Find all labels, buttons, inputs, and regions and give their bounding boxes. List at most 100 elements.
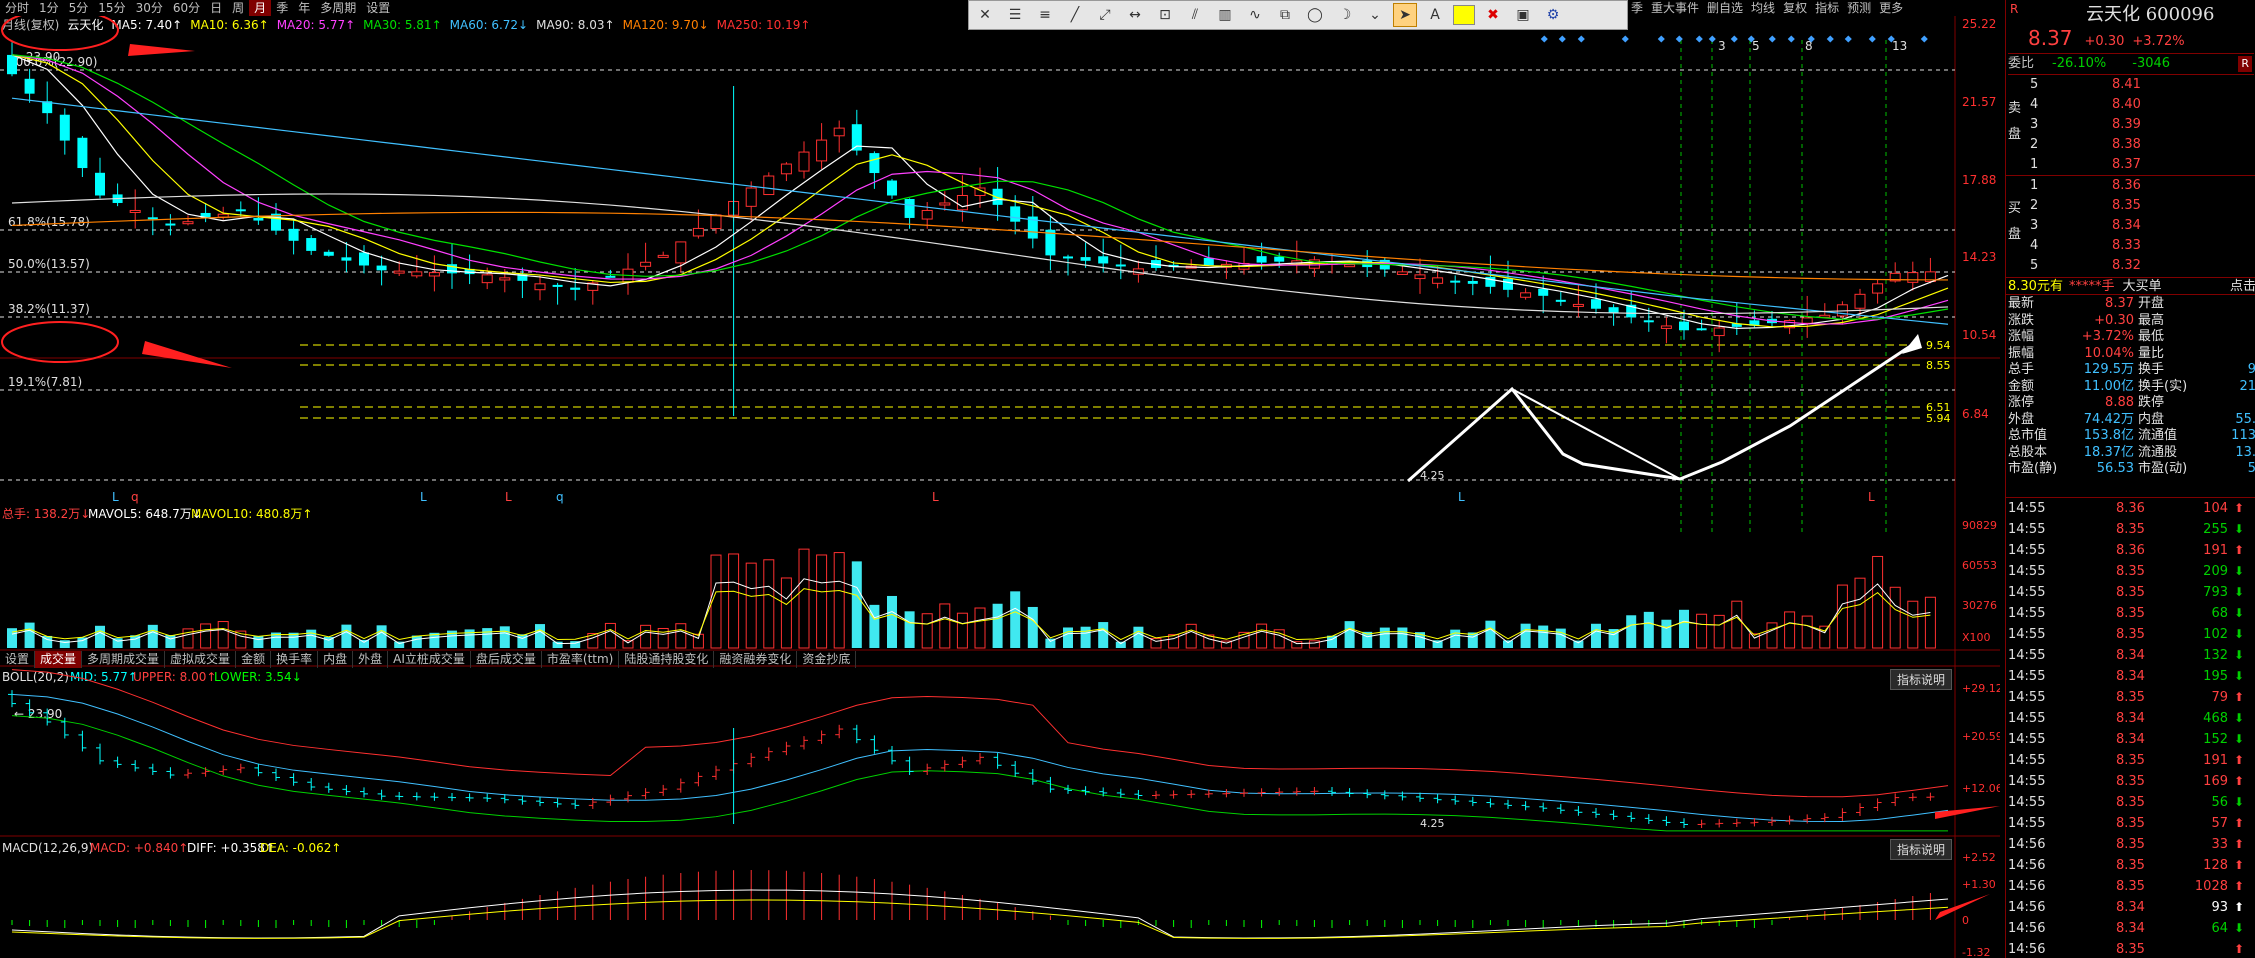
boll-mid: MID: 5.77↑ — [70, 670, 138, 684]
candle-body — [1396, 271, 1408, 275]
stat-label: 总股本 — [2008, 444, 2048, 460]
period-tab[interactable]: 日 — [205, 0, 227, 16]
indicator-tab[interactable]: 市盈率(ttm) — [542, 651, 620, 668]
tick-time: 14:55 — [2008, 816, 2046, 831]
candle-body — [1503, 278, 1513, 290]
indicator-tab[interactable]: AI立桩成交量 — [388, 651, 471, 668]
tick-price: 8.35 — [2116, 795, 2145, 810]
stat-row: 市盈(静) 56.53 市盈(动) 5 — [2006, 461, 2255, 477]
volume-bar — [147, 624, 158, 648]
ma-line — [11, 54, 1949, 328]
right-menu-item[interactable]: 复权 — [1780, 0, 1810, 16]
boll-label: BOLL(20,2) — [2, 670, 69, 684]
period-tab[interactable]: 周 — [227, 0, 249, 16]
indicator-tab[interactable]: 设置 — [0, 651, 36, 668]
indicator-tab[interactable]: 多周期成交量 — [82, 651, 166, 668]
level-number: 2 — [2030, 198, 2039, 213]
stat-label-2: 跌停 — [2138, 395, 2165, 410]
period-tab[interactable]: 季 — [271, 0, 293, 16]
candle-body — [235, 209, 246, 212]
volume-bar — [1643, 611, 1654, 648]
sell-side-label: 卖盘 — [2008, 101, 2022, 142]
candle-body — [745, 187, 757, 207]
period-tab[interactable]: 5分 — [64, 0, 94, 16]
volume-bar — [1080, 626, 1091, 648]
buy-price: 8.32 — [2112, 258, 2141, 273]
candle-body — [692, 227, 704, 237]
candle-body — [341, 257, 352, 261]
arrow-up-icon: ⬆ — [2234, 837, 2245, 851]
indicator-tab[interactable]: 金额 — [236, 651, 272, 668]
macd-help-button[interactable]: 指标说明 — [1890, 839, 1953, 860]
ma-line — [11, 211, 1949, 281]
arrow-up-icon: ⬆ — [2234, 900, 2245, 914]
volume-bar — [1731, 600, 1743, 649]
tick-volume: 209 — [2203, 564, 2228, 579]
indicator-tab[interactable]: 外盘 — [353, 651, 389, 668]
volume-bar — [499, 626, 510, 648]
tick-price: 8.35 — [2116, 564, 2145, 579]
indicator-tab[interactable]: 内盘 — [318, 651, 354, 668]
period-tab[interactable]: 60分 — [168, 0, 205, 16]
indicator-tab[interactable]: 盘后成交量 — [471, 651, 542, 668]
stat-label-2: 最低 — [2138, 329, 2165, 344]
period-tab[interactable]: 30分 — [131, 0, 168, 16]
signal-letter: q — [556, 490, 564, 504]
volume-axis-label: 90829 — [1962, 519, 1997, 532]
indicator-tab[interactable]: 融资融券变化 — [714, 651, 798, 668]
tick-time: 14:55 — [2008, 606, 2046, 621]
tick-volume: 102 — [2203, 627, 2228, 642]
tick-time: 14:55 — [2008, 753, 2046, 768]
period-tab[interactable]: 年 — [293, 0, 315, 16]
volume-bar — [921, 613, 933, 649]
indicator-tab[interactable]: 成交量 — [35, 651, 83, 668]
indicator-tab[interactable]: 陆股通持股变化 — [619, 651, 715, 668]
volume-bar — [1027, 606, 1038, 648]
period-tab[interactable]: 设置 — [361, 0, 395, 16]
volume-bar — [1836, 584, 1848, 649]
right-menu-item[interactable]: 更多 — [1876, 0, 1906, 16]
period-tab[interactable]: 1分 — [34, 0, 64, 16]
indicator-tab[interactable]: 资金抄底 — [797, 651, 857, 668]
tick-row: 14:55 8.35 79 ⬆ — [2006, 687, 2255, 708]
candle-body — [323, 251, 334, 256]
signal-letter: L — [112, 490, 119, 504]
period-tab[interactable]: 月 — [249, 0, 272, 16]
tick-price: 8.35 — [2116, 753, 2145, 768]
period-tab[interactable]: 多周期 — [315, 0, 361, 16]
tick-price: 8.35 — [2116, 837, 2145, 852]
period-tab[interactable]: 15分 — [93, 0, 130, 16]
volume-bar — [904, 611, 915, 648]
big-order-row[interactable]: 8.30元有 *****手 大买单 点击 — [2006, 277, 2255, 295]
indicator-tab[interactable]: 虚拟成交量 — [165, 651, 237, 668]
arrow-up-icon: ⬆ — [2234, 879, 2245, 893]
stat-label-2: 换手 — [2138, 362, 2165, 377]
weibi-tag[interactable]: R — [2238, 56, 2252, 72]
right-menu-item[interactable]: 重大事件 — [1648, 0, 1702, 16]
stock-chart[interactable]: 25.2221.5717.8814.2310.546.84100.0%(22.9… — [0, 16, 2000, 958]
candle-body — [1872, 283, 1884, 294]
period-tab[interactable]: 分时 — [0, 0, 34, 16]
tick-row: 14:55 8.34 132 ⬇ — [2006, 645, 2255, 666]
tick-price: 8.35 — [2116, 585, 2145, 600]
right-menu-item[interactable]: 删自选 — [1704, 0, 1746, 16]
right-menu-item[interactable]: 指标 — [1812, 0, 1842, 16]
stat-value: 153.8亿 — [2083, 428, 2134, 443]
tick-row: 14:55 8.35 68 ⬇ — [2006, 603, 2255, 624]
fib-level-label: 19.1%(7.81) — [8, 375, 82, 389]
right-menu-item[interactable]: 预测 — [1844, 0, 1874, 16]
boll-help-button[interactable]: 指标说明 — [1890, 669, 1953, 690]
indicator-tab[interactable]: 换手率 — [271, 651, 319, 668]
tick-volume: 195 — [2203, 669, 2228, 684]
tick-time: 14:55 — [2008, 543, 2046, 558]
tick-time: 14:56 — [2008, 900, 2046, 915]
tick-time: 14:55 — [2008, 585, 2046, 600]
volume-bar — [411, 635, 422, 648]
tick-price: 8.35 — [2116, 522, 2145, 537]
right-menu-item[interactable]: 均线 — [1748, 0, 1778, 16]
right-menu-item[interactable]: 季 — [1628, 0, 1646, 16]
candle-body — [1098, 256, 1109, 264]
stat-label: 最新 — [2008, 296, 2035, 311]
tick-price: 8.34 — [2116, 921, 2145, 936]
price-change-pct: +3.72% — [2132, 34, 2185, 49]
